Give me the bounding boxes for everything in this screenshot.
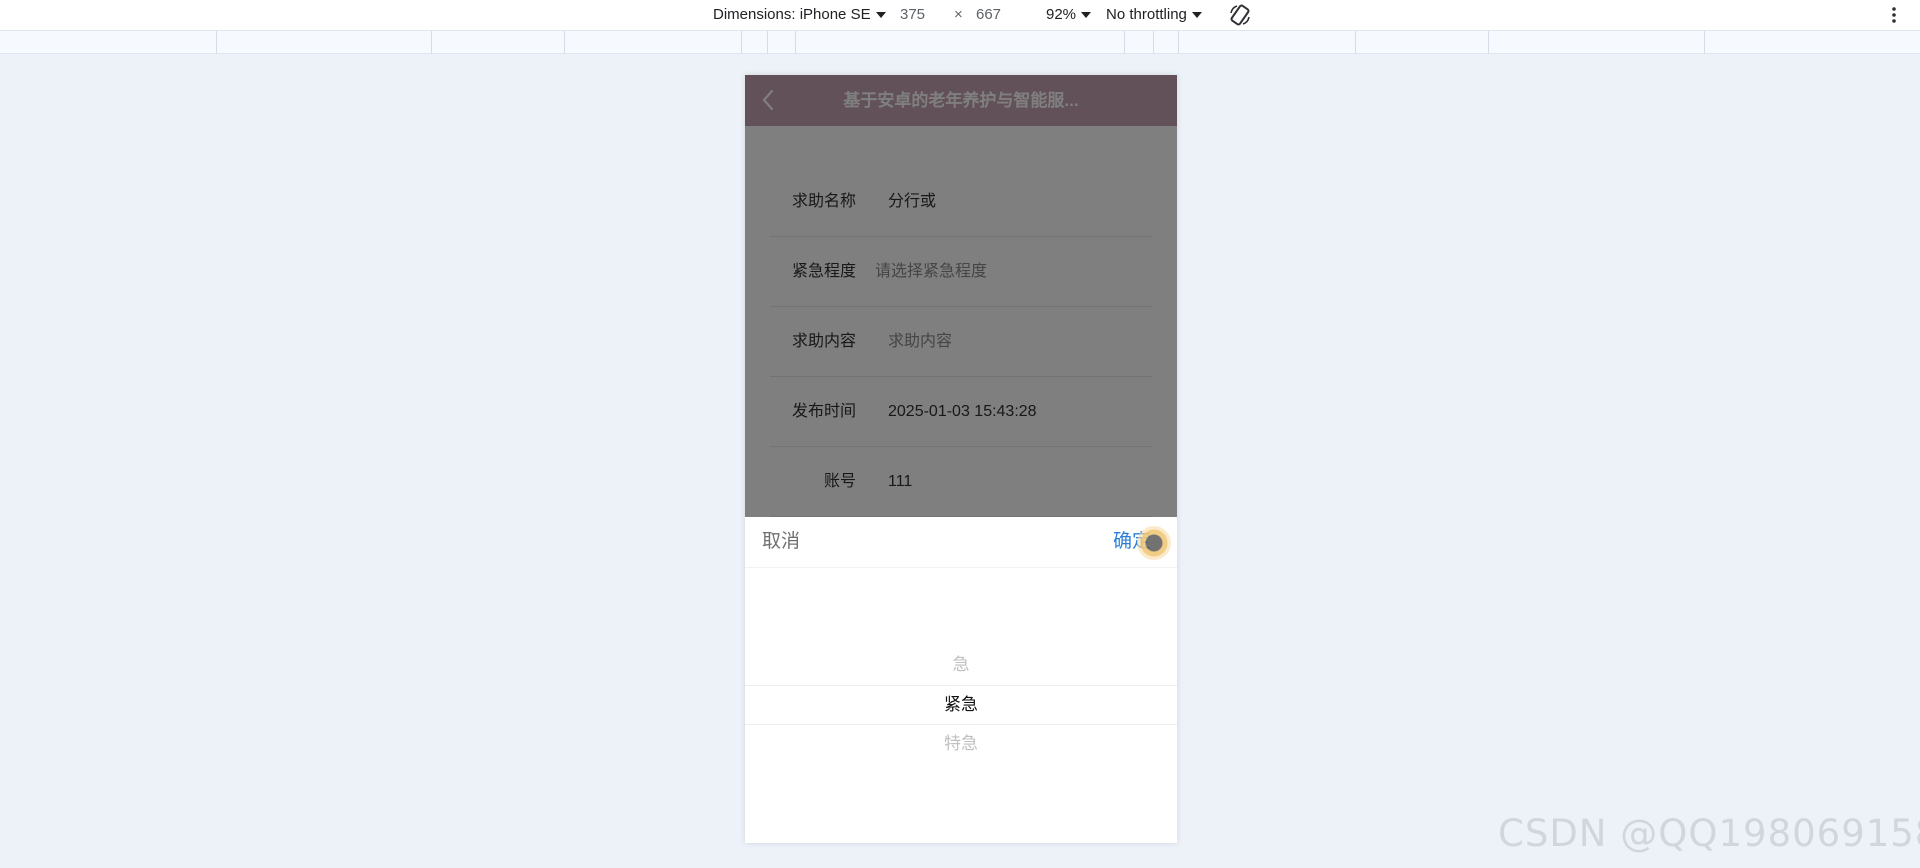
caret-down-icon: [1081, 12, 1092, 19]
cancel-button[interactable]: 取消: [762, 517, 800, 567]
throttling-dropdown[interactable]: No throttling: [1106, 5, 1202, 25]
zoom-label: 92%: [1046, 6, 1077, 23]
picker-toolbar: 取消 确定: [745, 517, 1177, 568]
urgency-picker: 取消 确定 急 紧急 特急: [745, 517, 1177, 843]
picker-option[interactable]: 急: [745, 645, 1177, 684]
dimensions-dropdown[interactable]: Dimensions: iPhone SE: [713, 5, 886, 25]
touch-indicator: [1137, 526, 1171, 560]
phone-viewport: 基于安卓的老年养护与智能服... 求助名称 分行或 紧急程度 请选择紧急程度 求…: [745, 75, 1177, 843]
more-vert-icon[interactable]: [1888, 5, 1900, 25]
modal-overlay[interactable]: [745, 75, 1177, 517]
picker-wheel[interactable]: 急 紧急 特急: [745, 568, 1177, 843]
rotate-icon[interactable]: [1228, 3, 1252, 27]
device-toolbar: Dimensions: iPhone SE 375 × 667 92% No t…: [0, 0, 1920, 30]
picker-option-selected[interactable]: 紧急: [745, 685, 1177, 724]
height-input[interactable]: 667: [976, 5, 1001, 25]
width-input[interactable]: 375: [900, 5, 925, 25]
zoom-dropdown[interactable]: 92%: [1046, 5, 1092, 25]
caret-down-icon: [1191, 12, 1202, 19]
media-query-ruler: [0, 30, 1920, 54]
picker-option[interactable]: 特急: [745, 724, 1177, 763]
watermark: CSDN @QQ1980691580: [1498, 812, 1920, 855]
throttling-label: No throttling: [1106, 6, 1187, 23]
times-sign: ×: [954, 6, 963, 23]
dimensions-label: Dimensions: iPhone SE: [713, 6, 871, 23]
caret-down-icon: [875, 12, 886, 19]
